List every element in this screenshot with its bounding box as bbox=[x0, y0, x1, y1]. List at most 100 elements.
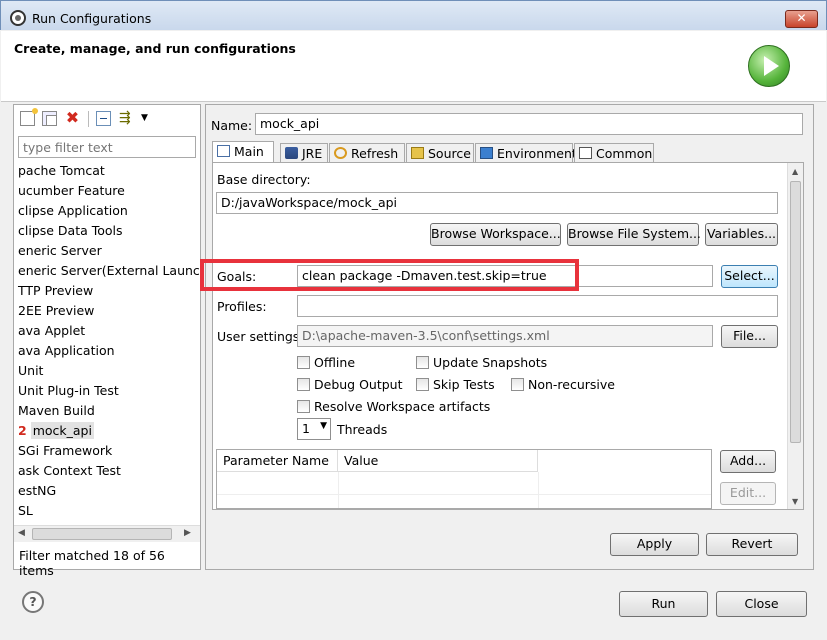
browse-workspace-button[interactable]: Browse Workspace... bbox=[430, 223, 561, 246]
list-item[interactable]: clipse Application bbox=[14, 201, 200, 221]
value-column-header[interactable]: Value bbox=[338, 450, 538, 472]
checkbox-box[interactable] bbox=[416, 356, 429, 369]
list-item-label: Unit bbox=[18, 363, 44, 378]
scroll-up-icon[interactable]: ▲ bbox=[792, 167, 798, 176]
list-item-label: clipse Data Tools bbox=[18, 223, 123, 238]
tab-common-label: Common bbox=[596, 146, 653, 161]
user-settings-field[interactable]: D:\apache-maven-3.5\conf\settings.xml bbox=[297, 325, 713, 347]
list-item[interactable]: pache Tomcat bbox=[14, 161, 200, 181]
scroll-left-icon[interactable]: ◀ bbox=[18, 528, 25, 538]
tab-source[interactable]: Source bbox=[406, 143, 474, 163]
threads-value: 1 bbox=[302, 421, 310, 436]
refresh-icon bbox=[334, 147, 347, 159]
checkbox-box[interactable] bbox=[297, 356, 310, 369]
list-item[interactable]: TTP Preview bbox=[14, 281, 200, 301]
tab-environment-label: Environment bbox=[497, 146, 577, 161]
list-item[interactable]: eneric Server bbox=[14, 241, 200, 261]
list-item[interactable]: 2EE Preview bbox=[14, 301, 200, 321]
window-titlebar: Run Configurations ✕ bbox=[0, 0, 827, 30]
list-item-label: clipse Application bbox=[18, 203, 128, 218]
parameter-name-column-header[interactable]: Parameter Name bbox=[217, 450, 338, 472]
profiles-label: Profiles: bbox=[217, 299, 267, 314]
tab-source-label: Source bbox=[428, 146, 471, 161]
environment-icon bbox=[480, 147, 493, 159]
list-item[interactable]: Unit Plug-in Test bbox=[14, 381, 200, 401]
view-menu-dropdown-icon[interactable]: ▼ bbox=[141, 111, 156, 126]
threads-select[interactable]: 1 ▼ bbox=[297, 418, 331, 440]
list-item-label: eneric Server bbox=[18, 243, 102, 258]
resolve-workspace-checkbox[interactable]: Resolve Workspace artifacts bbox=[297, 399, 490, 415]
list-item[interactable]: SL bbox=[14, 501, 200, 521]
filter-configurations-icon[interactable]: ⇶ bbox=[119, 111, 134, 126]
scrollbar-thumb[interactable] bbox=[790, 181, 801, 443]
list-item[interactable]: ava Applet bbox=[14, 321, 200, 341]
checkbox-box[interactable] bbox=[416, 378, 429, 391]
toolbar-divider bbox=[88, 111, 89, 127]
skip-tests-checkbox[interactable]: Skip Tests bbox=[416, 377, 495, 393]
list-item[interactable]: ava Application bbox=[14, 341, 200, 361]
offline-checkbox[interactable]: Offline bbox=[297, 355, 355, 371]
list-item-label: pache Tomcat bbox=[18, 163, 105, 178]
eclipse-icon bbox=[10, 10, 26, 26]
name-field[interactable]: mock_api bbox=[255, 113, 803, 135]
tree-horizontal-scrollbar[interactable]: ◀ ▶ bbox=[14, 525, 200, 542]
chevron-down-icon[interactable]: ▼ bbox=[320, 421, 327, 431]
non-recursive-checkbox[interactable]: Non-recursive bbox=[511, 377, 615, 393]
select-goals-button[interactable]: Select... bbox=[721, 265, 778, 288]
tab-main[interactable]: Main bbox=[212, 141, 274, 163]
apply-button[interactable]: Apply bbox=[610, 533, 699, 556]
window-close-button[interactable]: ✕ bbox=[785, 10, 818, 28]
close-button[interactable]: Close bbox=[716, 591, 807, 617]
debug-output-checkbox[interactable]: Debug Output bbox=[297, 377, 403, 393]
profiles-field[interactable] bbox=[297, 295, 778, 317]
edit-parameter-button[interactable]: Edit... bbox=[720, 482, 776, 505]
browse-file-system-button[interactable]: Browse File System... bbox=[567, 223, 701, 246]
help-icon[interactable]: ? bbox=[22, 591, 44, 613]
main-tab-icon bbox=[217, 145, 230, 157]
list-item-label: ava Application bbox=[18, 343, 115, 358]
update-snapshots-checkbox[interactable]: Update Snapshots bbox=[416, 355, 547, 371]
tab-jre[interactable]: JRE bbox=[280, 143, 328, 163]
list-item[interactable]: Maven Build bbox=[14, 401, 200, 421]
parameters-table[interactable]: Parameter Name Value bbox=[216, 449, 712, 509]
list-item-mark: 2 bbox=[18, 423, 27, 438]
list-item-label: TTP Preview bbox=[18, 283, 94, 298]
checkbox-box[interactable] bbox=[511, 378, 524, 391]
new-configuration-icon[interactable] bbox=[20, 108, 38, 126]
resolve-workspace-label: Resolve Workspace artifacts bbox=[314, 399, 491, 414]
file-button[interactable]: File... bbox=[721, 325, 778, 348]
filter-status-text: Filter matched 18 of 56 items bbox=[19, 548, 165, 578]
checkbox-box[interactable] bbox=[297, 400, 310, 413]
tab-refresh[interactable]: Refresh bbox=[329, 143, 405, 163]
list-item[interactable]: eneric Server(External Launch) bbox=[14, 261, 200, 281]
checkbox-box[interactable] bbox=[297, 378, 310, 391]
scrollbar-thumb[interactable] bbox=[32, 528, 172, 540]
delete-configuration-icon[interactable]: ✖ bbox=[65, 110, 80, 126]
tab-environment[interactable]: Environment bbox=[475, 143, 577, 163]
list-item[interactable]: 2 mock_api bbox=[14, 421, 200, 441]
revert-button[interactable]: Revert bbox=[706, 533, 798, 556]
base-directory-label: Base directory: bbox=[217, 172, 311, 187]
base-directory-field[interactable]: D:/javaWorkspace/mock_api bbox=[216, 192, 778, 214]
list-item[interactable]: clipse Data Tools bbox=[14, 221, 200, 241]
variables-button[interactable]: Variables... bbox=[705, 223, 778, 246]
add-parameter-button[interactable]: Add... bbox=[720, 450, 776, 473]
list-item-label: Maven Build bbox=[18, 403, 95, 418]
tab-common[interactable]: Common bbox=[574, 143, 654, 163]
list-item[interactable]: SGi Framework bbox=[14, 441, 200, 461]
list-item[interactable]: estNG bbox=[14, 481, 200, 501]
scroll-right-icon[interactable]: ▶ bbox=[184, 528, 191, 538]
list-item[interactable]: ucumber Feature bbox=[14, 181, 200, 201]
content-vertical-scrollbar[interactable]: ▲ ▼ bbox=[787, 163, 803, 509]
scroll-down-icon[interactable]: ▼ bbox=[792, 497, 798, 506]
run-button[interactable]: Run bbox=[619, 591, 708, 617]
list-item[interactable]: Unit bbox=[14, 361, 200, 381]
tree-toolbar: ✖ ⇶ ▼ bbox=[18, 108, 198, 129]
goals-field[interactable]: clean package -Dmaven.test.skip=true bbox=[297, 265, 713, 287]
duplicate-configuration-icon[interactable] bbox=[42, 111, 57, 126]
filter-input[interactable] bbox=[18, 136, 196, 158]
list-item-label: ucumber Feature bbox=[18, 183, 125, 198]
list-item[interactable]: ask Context Test bbox=[14, 461, 200, 481]
configuration-tree-panel: ✖ ⇶ ▼ pache Tomcat ucumber Feature clipse … bbox=[13, 104, 201, 578]
collapse-all-icon[interactable] bbox=[96, 111, 111, 126]
